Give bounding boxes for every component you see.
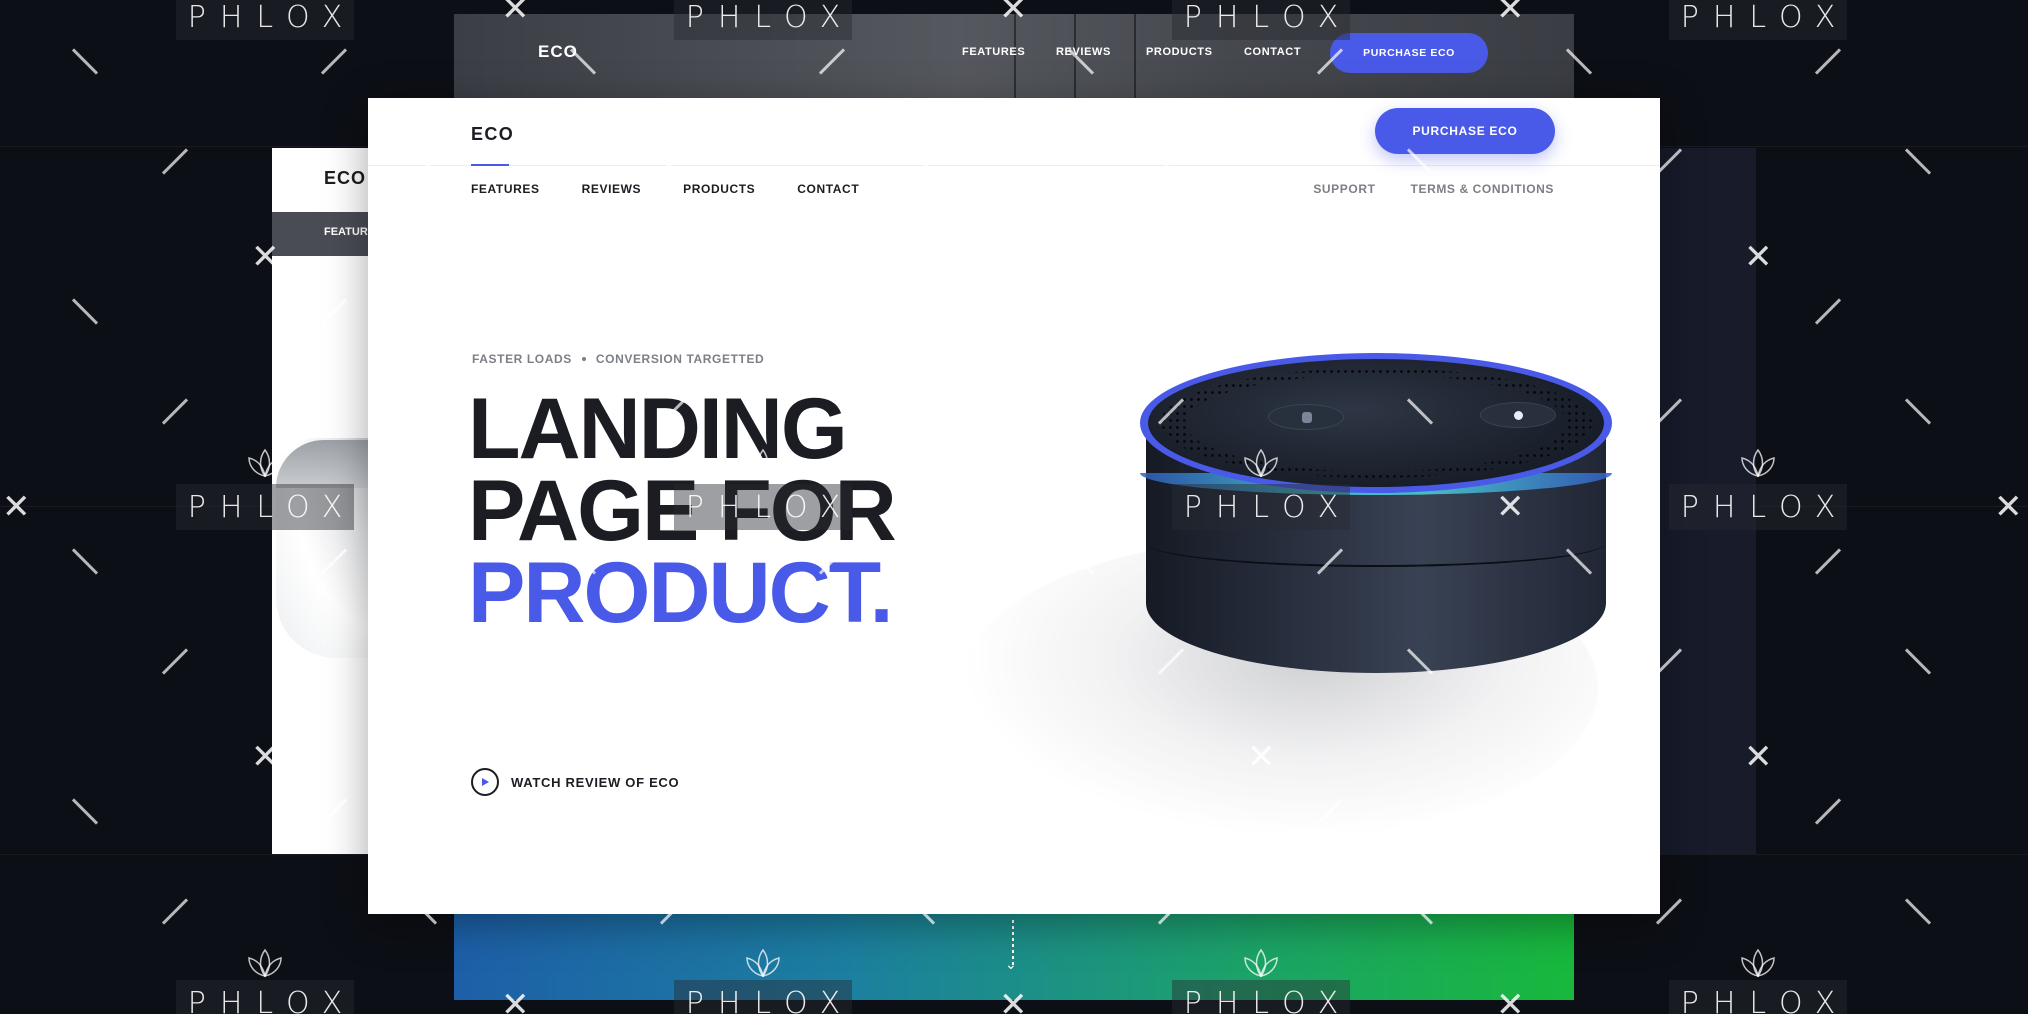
watermark-x-icon: ✕ bbox=[999, 0, 1028, 29]
watermark-x-icon: ✕ bbox=[1496, 0, 1525, 29]
watermark-x-icon: ✕ bbox=[1247, 237, 1276, 277]
hero-kicker: FASTER LOADS CONVERSION TARGETTED bbox=[472, 352, 764, 366]
lotus-logo-icon bbox=[248, 948, 282, 978]
watermark-x-icon: ✕ bbox=[749, 737, 778, 777]
secondary-nav: SUPPORT TERMS & CONDITIONS bbox=[1278, 182, 1554, 196]
back-nav-contact[interactable]: CONTACT bbox=[1244, 46, 1301, 58]
watermark-slash bbox=[1904, 148, 1932, 175]
watermark-text: PHLOX bbox=[176, 980, 354, 1014]
watermark-x-icon: ✕ bbox=[999, 985, 1028, 1014]
watermark-text: PHLOX bbox=[674, 484, 852, 530]
watermark-x-icon: ✕ bbox=[501, 0, 530, 29]
watermark-slash bbox=[161, 898, 189, 925]
logo-underline bbox=[471, 164, 509, 166]
watermark-x-icon: ✕ bbox=[1247, 737, 1276, 777]
watermark-x-icon: ✕ bbox=[1744, 237, 1773, 277]
watermark-text: PHLOX bbox=[176, 0, 354, 40]
watermark-slash bbox=[71, 548, 99, 575]
nav-reviews[interactable]: REVIEWS bbox=[582, 182, 642, 196]
purchase-button[interactable]: PURCHASE ECO bbox=[1375, 108, 1555, 154]
back-nav-features[interactable]: FEATURES bbox=[962, 46, 1025, 58]
action-button-icon bbox=[1480, 402, 1556, 428]
watermark-x-icon: ✕ bbox=[1744, 737, 1773, 777]
watermark-slash bbox=[161, 148, 189, 175]
watermark-text: PHLOX bbox=[674, 980, 852, 1014]
watermark-slash bbox=[71, 48, 99, 75]
watch-review-label[interactable]: WATCH REVIEW OF ECO bbox=[511, 775, 679, 790]
watermark-slash bbox=[1814, 298, 1842, 325]
lotus-logo-icon bbox=[1741, 448, 1775, 478]
watermark-slash bbox=[1814, 48, 1842, 75]
watermark-text: PHLOX bbox=[1669, 484, 1847, 530]
nav-products[interactable]: PRODUCTS bbox=[683, 182, 755, 196]
lotus-logo-icon bbox=[746, 448, 780, 478]
chevron-down-icon: ⌄ bbox=[1005, 956, 1017, 972]
watermark-text: PHLOX bbox=[1669, 980, 1847, 1014]
watermark-slash bbox=[320, 48, 348, 75]
watermark-slash bbox=[1904, 898, 1932, 925]
watch-review-link[interactable]: WATCH REVIEW OF ECO bbox=[471, 768, 679, 796]
back-nav-reviews[interactable]: REVIEWS bbox=[1056, 46, 1111, 58]
watermark-slash bbox=[1904, 398, 1932, 425]
main-nav: FEATURES REVIEWS PRODUCTS CONTACT bbox=[471, 182, 901, 196]
logo[interactable]: ECO bbox=[471, 124, 514, 145]
nav-contact[interactable]: CONTACT bbox=[797, 182, 859, 196]
kicker-faster-loads: FASTER LOADS bbox=[472, 352, 572, 366]
watermark-x-icon: ✕ bbox=[251, 737, 280, 777]
watermark-text: PHLOX bbox=[1172, 0, 1350, 40]
nav-terms[interactable]: TERMS & CONDITIONS bbox=[1411, 182, 1554, 196]
watermark-x-icon: ✕ bbox=[501, 985, 530, 1014]
watermark-text: PHLOX bbox=[176, 484, 354, 530]
watermark-slash bbox=[1904, 648, 1932, 675]
back-purchase-button[interactable]: PURCHASE ECO bbox=[1330, 33, 1488, 73]
left-page-logo: ECO bbox=[324, 168, 367, 188]
lotus-logo-icon bbox=[1244, 948, 1278, 978]
watermark-x-icon: ✕ bbox=[2, 487, 31, 527]
watermark-slash bbox=[71, 298, 99, 325]
smart-speaker-image bbox=[928, 338, 1648, 838]
watermark-text: PHLOX bbox=[674, 0, 852, 40]
lotus-logo-icon bbox=[746, 948, 780, 978]
lotus-logo-icon bbox=[1244, 448, 1278, 478]
watermark-x-icon: ✕ bbox=[251, 237, 280, 277]
watermark-x-icon: ✕ bbox=[999, 487, 1028, 527]
watermark-x-icon: ✕ bbox=[1994, 487, 2023, 527]
watermark-slash bbox=[1814, 798, 1842, 825]
kicker-conversion: CONVERSION TARGETTED bbox=[595, 352, 765, 366]
watermark-text: PHLOX bbox=[1669, 0, 1847, 40]
watermark-slash bbox=[161, 398, 189, 425]
play-icon[interactable] bbox=[471, 768, 499, 796]
lotus-logo-icon bbox=[248, 448, 282, 478]
back-nav-products[interactable]: PRODUCTS bbox=[1146, 46, 1213, 58]
watermark-slash bbox=[161, 648, 189, 675]
nav-features[interactable]: FEATURES bbox=[471, 182, 540, 196]
watermark-x-icon: ✕ bbox=[1496, 487, 1525, 527]
kicker-separator bbox=[581, 357, 586, 361]
watermark-slash bbox=[1814, 548, 1842, 575]
watermark-text: PHLOX bbox=[1172, 484, 1350, 530]
left-nav-features[interactable]: FEATUR bbox=[324, 226, 368, 238]
watermark-x-icon: ✕ bbox=[1496, 985, 1525, 1014]
watermark-slash bbox=[71, 798, 99, 825]
nav-support[interactable]: SUPPORT bbox=[1313, 182, 1375, 196]
watermark-text: PHLOX bbox=[1172, 980, 1350, 1014]
lotus-logo-icon bbox=[1741, 948, 1775, 978]
watermark-x-icon: ✕ bbox=[749, 237, 778, 277]
mic-button-icon bbox=[1268, 404, 1344, 430]
